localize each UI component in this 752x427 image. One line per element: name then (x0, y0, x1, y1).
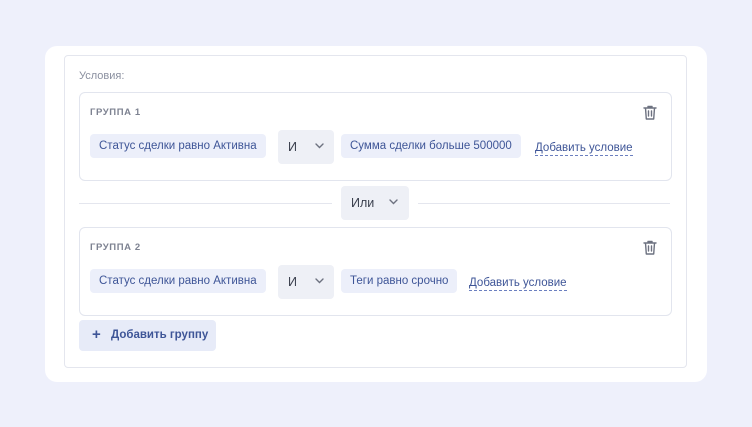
condition-chip[interactable]: Теги равно срочно (341, 269, 458, 293)
add-group-button[interactable]: + Добавить группу (79, 320, 216, 351)
condition-group-2: ГРУППА 2 Статус сделки равно Активна И Т… (79, 227, 672, 316)
condition-chip[interactable]: Статус сделки равно Активна (90, 269, 266, 293)
conditions-panel: Условия: ГРУППА 1 Статус сделки равно Ак… (64, 55, 687, 368)
divider-line (79, 203, 332, 204)
group-operator-value: Или (351, 196, 375, 210)
plus-icon: + (92, 326, 101, 343)
divider-line (418, 203, 670, 204)
condition-chip[interactable]: Статус сделки равно Активна (90, 134, 266, 158)
operator-select[interactable]: И (278, 130, 334, 164)
group-title: ГРУППА 2 (90, 242, 141, 253)
conditions-label: Условия: (79, 70, 125, 82)
trash-icon[interactable] (642, 239, 658, 256)
trash-icon[interactable] (642, 104, 658, 121)
chevron-down-icon (389, 199, 398, 205)
group-operator-select[interactable]: Или (341, 186, 409, 220)
add-condition-link[interactable]: Добавить условие (535, 141, 633, 156)
operator-value: И (288, 275, 297, 289)
condition-chip[interactable]: Сумма сделки больше 500000 (341, 134, 521, 158)
add-group-label: Добавить группу (111, 329, 209, 341)
conditions-card: Условия: ГРУППА 1 Статус сделки равно Ак… (45, 46, 707, 382)
add-condition-link[interactable]: Добавить условие (469, 276, 567, 291)
operator-value: И (288, 140, 297, 154)
chevron-down-icon (315, 278, 324, 284)
condition-group-1: ГРУППА 1 Статус сделки равно Активна И С… (79, 92, 672, 181)
group-title: ГРУППА 1 (90, 107, 141, 118)
chevron-down-icon (315, 143, 324, 149)
operator-select[interactable]: И (278, 265, 334, 299)
